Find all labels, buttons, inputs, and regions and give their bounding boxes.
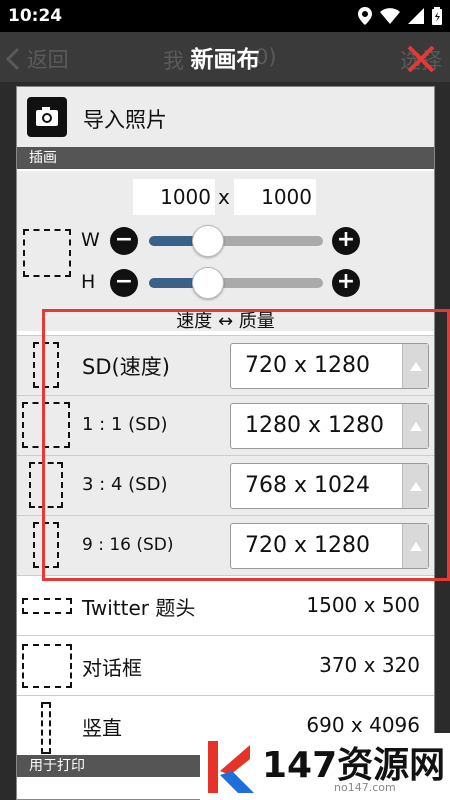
aspect-preview-icon xyxy=(22,644,72,688)
watermark-subtext: no147.com xyxy=(334,781,396,794)
status-icons xyxy=(358,7,442,29)
height-input[interactable]: 1000 xyxy=(234,179,316,215)
size-label: 竖直 xyxy=(82,716,122,740)
watermark-logo-icon xyxy=(206,739,258,795)
status-bar: 10:24 xyxy=(0,0,450,32)
w-label: W xyxy=(81,229,100,251)
watermark: 147资源网 no147.com xyxy=(200,733,450,800)
highlight-box xyxy=(42,309,450,581)
custom-size-area: 1000 x 1000 W − + H − + xyxy=(17,171,434,331)
width-slider-thumb[interactable] xyxy=(192,225,224,257)
times-sign: x xyxy=(218,185,230,209)
size-label: Twitter 题头 xyxy=(82,596,196,620)
width-slider[interactable] xyxy=(149,225,323,257)
aspect-preview-icon xyxy=(22,598,72,614)
dialog-title: 新画布 xyxy=(190,47,260,73)
width-input[interactable]: 1000 xyxy=(133,179,215,215)
height-plus-button[interactable]: + xyxy=(332,269,360,297)
size-label: 对话框 xyxy=(82,656,142,680)
import-photo-label: 导入照片 xyxy=(83,108,167,132)
height-slider-thumb[interactable] xyxy=(192,267,224,299)
width-plus-button[interactable]: + xyxy=(332,227,360,255)
battery-icon xyxy=(432,7,442,29)
camera-icon xyxy=(27,97,67,137)
status-time: 10:24 xyxy=(8,6,63,26)
signal-icon xyxy=(408,8,424,28)
size-value: 1500 x 500 xyxy=(306,593,420,617)
close-icon[interactable] xyxy=(404,42,438,76)
size-value: 370 x 320 xyxy=(319,653,420,677)
size-row-dialog-box[interactable]: 对话框 370 x 320 xyxy=(17,635,434,695)
section-illustration: 插画 xyxy=(17,147,434,169)
width-minus-button[interactable]: − xyxy=(110,227,138,255)
h-label: H xyxy=(81,271,96,293)
height-slider[interactable] xyxy=(149,267,323,299)
aspect-preview-icon xyxy=(41,702,51,754)
import-photo-row[interactable]: 导入照片 xyxy=(17,87,434,147)
location-icon xyxy=(358,7,372,29)
size-row-twitter-header[interactable]: Twitter 题头 1500 x 500 xyxy=(17,575,434,635)
canvas-preview-icon xyxy=(23,229,71,277)
height-minus-button[interactable]: − xyxy=(110,269,138,297)
wifi-icon xyxy=(380,8,400,28)
